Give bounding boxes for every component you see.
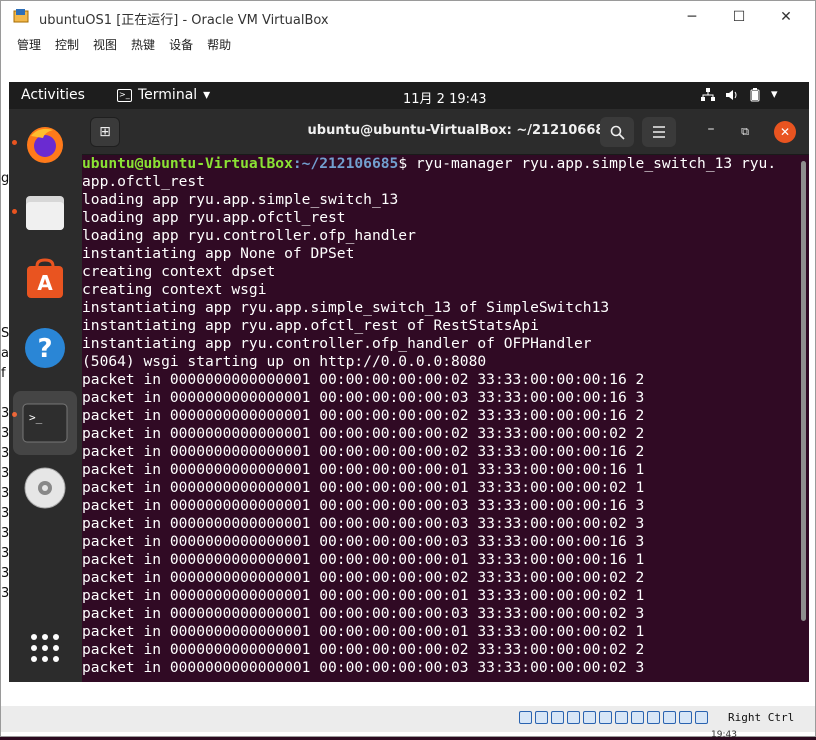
host-titlebar[interactable]: ubuntuOS1 [正在运行] - Oracle VM VirtualBox … [1, 1, 815, 33]
terminal-line: creating context dpset [82, 263, 276, 280]
display-icon[interactable] [615, 711, 628, 724]
terminal-line: packet in 0000000000000001 00:00:00:00:0… [82, 497, 645, 514]
system-menu-chevron-icon: ▾ [771, 87, 778, 102]
terminal-line: app.ofctl_rest [82, 173, 206, 190]
hamburger-menu-button[interactable] [642, 117, 676, 147]
terminal-line: packet in 0000000000000001 00:00:00:00:0… [82, 641, 645, 658]
menu-manage[interactable]: 管理 [17, 36, 41, 53]
prompt-user: ubuntu@ubuntu-VirtualBox [82, 155, 293, 172]
terminal-line: packet in 0000000000000001 00:00:00:00:0… [82, 425, 645, 442]
dvd-icon[interactable] [20, 463, 70, 513]
terminal-window[interactable]: ⊞ ubuntu@ubuntu-VirtualBox: ~/212106685 … [82, 109, 809, 682]
host-key-label: Right Ctrl [728, 711, 795, 724]
terminal-line: packet in 0000000000000001 00:00:00:00:0… [82, 389, 645, 406]
terminal-line: packet in 0000000000000001 00:00:00:00:0… [82, 479, 645, 496]
show-apps-icon[interactable] [20, 623, 70, 673]
clock[interactable]: 11月 2 19:43 [403, 88, 487, 107]
system-tray[interactable]: ▾ [701, 87, 778, 102]
minimize-button[interactable]: ─ [669, 1, 715, 33]
menu-hotkey[interactable]: 热键 [131, 36, 155, 53]
host-menubar: 管理 控制 视图 热键 设备 帮助 [1, 33, 815, 55]
recording-icon[interactable] [631, 711, 644, 724]
activities-button[interactable]: Activities [21, 87, 85, 103]
prompt-path: :~/212106685 [292, 155, 399, 172]
maximize-button[interactable]: ☐ [716, 1, 762, 33]
menu-devices[interactable]: 设备 [169, 36, 193, 53]
svg-text:>_: >_ [29, 411, 43, 424]
search-button[interactable] [600, 117, 634, 147]
terminal-line: packet in 0000000000000001 00:00:00:00:0… [82, 551, 645, 568]
terminal-small-icon: >_ [117, 88, 132, 102]
optical-drive-icon[interactable] [535, 711, 548, 724]
terminal-line: packet in 0000000000000001 00:00:00:00:0… [82, 461, 645, 478]
search-icon [610, 125, 625, 140]
virtualbox-window: ubuntuOS1 [正在运行] - Oracle VM VirtualBox … [0, 0, 816, 740]
network-icon [701, 87, 715, 101]
status-icons [519, 711, 708, 724]
terminal-output[interactable]: ubuntu@ubuntu-VirtualBox:~/212106685$ ry… [82, 155, 800, 682]
virtualbox-app-icon [13, 9, 29, 23]
prompt-line: ubuntu@ubuntu-VirtualBox:~/212106685$ ry… [82, 155, 800, 173]
firefox-icon[interactable] [20, 119, 70, 169]
menu-icon [653, 126, 665, 138]
cpu-icon[interactable] [647, 711, 660, 724]
terminal-close-button[interactable]: ✕ [774, 121, 796, 143]
terminal-line: packet in 0000000000000001 00:00:00:00:0… [82, 623, 645, 640]
app-menu-label: Terminal [138, 87, 198, 103]
terminal-line: (5064) wsgi starting up on http://0.0.0.… [82, 353, 487, 370]
terminal-line: loading app ryu.app.simple_switch_13 [82, 191, 399, 208]
terminal-line: creating context wsgi [82, 281, 267, 298]
terminal-line: packet in 0000000000000001 00:00:00:00:0… [82, 569, 645, 586]
terminal-line: packet in 0000000000000001 00:00:00:00:0… [82, 659, 645, 676]
terminal-line: packet in 0000000000000001 00:00:00:00:0… [82, 407, 645, 424]
terminal-line: packet in 0000000000000001 00:00:00:00:0… [82, 515, 645, 532]
help-icon[interactable]: ? [20, 323, 70, 373]
host-window-title: ubuntuOS1 [正在运行] - Oracle VM VirtualBox [39, 13, 329, 28]
close-button[interactable]: ✕ [763, 1, 809, 33]
host-clock-fragment: 19:43 [711, 730, 737, 740]
shared-folders-icon[interactable] [599, 711, 612, 724]
chevron-down-icon: ▾ [203, 87, 211, 103]
menu-control[interactable]: 控制 [55, 36, 79, 53]
terminal-line: packet in 0000000000000001 00:00:00:00:0… [82, 443, 645, 460]
terminal-headerbar[interactable]: ⊞ ubuntu@ubuntu-VirtualBox: ~/212106685 … [82, 109, 809, 155]
guest-display[interactable]: Activities >_ Terminal ▾ 11月 2 19:43 ▾ A… [9, 82, 809, 682]
app-menu[interactable]: >_ Terminal ▾ [117, 87, 210, 103]
network-adapter-icon[interactable] [567, 711, 580, 724]
hard-disk-icon[interactable] [519, 711, 532, 724]
terminal-minimize-button[interactable]: – [700, 121, 722, 143]
terminal-icon[interactable]: >_ [13, 391, 77, 455]
terminal-line: instantiating app ryu.controller.ofp_han… [82, 335, 592, 352]
terminal-line: instantiating app ryu.app.ofctl_rest of … [82, 317, 539, 334]
svg-text:?: ? [37, 334, 52, 364]
host-key-arrow-icon[interactable] [695, 711, 708, 724]
svg-text:A: A [37, 271, 53, 295]
terminal-line: packet in 0000000000000001 00:00:00:00:0… [82, 371, 645, 388]
prompt-command: $ ryu-manager ryu.app.simple_switch_13 r… [398, 155, 777, 172]
mouse-integration-icon[interactable] [663, 711, 676, 724]
terminal-line: packet in 0000000000000001 00:00:00:00:0… [82, 605, 645, 622]
terminal-line: instantiating app None of DPSet [82, 245, 355, 262]
terminal-line: packet in 0000000000000001 00:00:00:00:0… [82, 587, 645, 604]
running-indicator [12, 140, 17, 145]
menu-view[interactable]: 视图 [93, 36, 117, 53]
running-indicator [12, 209, 17, 214]
software-icon[interactable]: A [20, 255, 70, 305]
terminal-line: instantiating app ryu.app.simple_switch_… [82, 299, 610, 316]
terminal-line: loading app ryu.app.ofctl_rest [82, 209, 346, 226]
audio-icon[interactable] [551, 711, 564, 724]
usb-icon[interactable] [583, 711, 596, 724]
terminal-scrollbar[interactable] [801, 161, 806, 621]
battery-icon [750, 87, 760, 101]
gnome-top-bar: Activities >_ Terminal ▾ 11月 2 19:43 ▾ [9, 82, 809, 109]
terminal-maximize-button[interactable]: ⧉ [734, 121, 756, 143]
terminal-line: packet in 0000000000000001 00:00:00:00:0… [82, 533, 645, 550]
files-icon[interactable] [20, 187, 70, 237]
terminal-line: loading app ryu.controller.ofp_handler [82, 227, 416, 244]
dock: A ? >_ [9, 109, 82, 682]
host-statusbar: Right Ctrl 19:43 [1, 706, 815, 740]
volume-icon [726, 89, 737, 100]
keyboard-icon[interactable] [679, 711, 692, 724]
menu-help[interactable]: 帮助 [207, 36, 231, 53]
